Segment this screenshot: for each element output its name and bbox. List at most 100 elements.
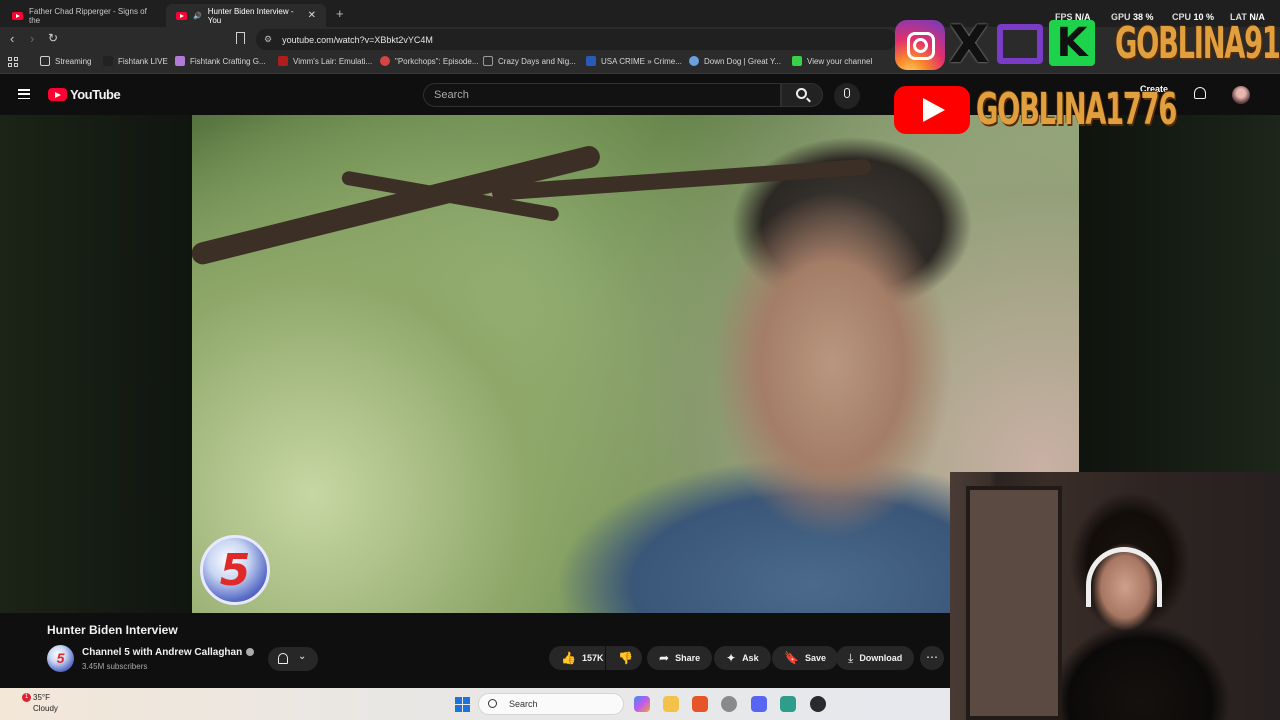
- copilot-icon[interactable]: [634, 696, 650, 712]
- channel-avatar[interactable]: 5: [47, 645, 74, 672]
- bookmark-label: Vimm's Lair: Emulati...: [293, 56, 373, 66]
- channel-name[interactable]: Channel 5 with Andrew Callaghan: [82, 647, 242, 658]
- bookmark-label: Streaming: [55, 56, 92, 66]
- discord-icon[interactable]: [751, 696, 767, 712]
- bookmark-view-channel[interactable]: View your channel: [792, 56, 872, 66]
- vimms-lair-icon: [278, 56, 288, 66]
- share-button[interactable]: ➦ Share: [647, 646, 713, 670]
- url-text: youtube.com/watch?v=XBbkt2vYC4M: [282, 34, 433, 45]
- bookmark-fishtank-crafting[interactable]: Fishtank Crafting G...: [175, 56, 266, 66]
- speaker-icon: 🔊: [193, 12, 202, 20]
- taskbar-search-label: Search: [509, 699, 538, 709]
- fishtank-icon: [103, 56, 113, 66]
- ask-label: Ask: [742, 653, 759, 663]
- folder-icon: [40, 56, 50, 66]
- brave-browser-icon[interactable]: [692, 696, 708, 712]
- settings-icon[interactable]: [721, 696, 737, 712]
- notes-app-icon[interactable]: [780, 696, 796, 712]
- download-button[interactable]: ⤓ Download: [836, 646, 915, 670]
- taskbar-search[interactable]: Search: [478, 693, 624, 715]
- cpu-readout: CPU 10 %: [1172, 12, 1215, 22]
- webcam-background: [966, 486, 1062, 720]
- share-label: Share: [675, 653, 701, 663]
- voice-search-button[interactable]: [834, 83, 860, 109]
- like-count: 157K: [581, 653, 604, 663]
- webcam-feed: [950, 472, 1280, 720]
- youtube-logo[interactable]: YouTube: [48, 87, 121, 102]
- verified-icon: [246, 648, 255, 657]
- avatar[interactable]: [1232, 86, 1250, 104]
- handle-goblina911: GOBLINA911: [1115, 18, 1280, 69]
- reload-icon[interactable]: ↻: [48, 31, 58, 45]
- kick-icon: [792, 56, 802, 66]
- weather-widget[interactable]: 35°F Cloudy: [33, 692, 58, 714]
- page-icon: [483, 56, 493, 66]
- bookmark-usa-crime[interactable]: USA CRIME » Crime...: [586, 56, 682, 66]
- thumbs-down-icon: 👎: [618, 651, 633, 665]
- forward-icon[interactable]: ›: [30, 31, 34, 46]
- search-icon: [488, 699, 497, 708]
- download-icon: ⤓: [848, 650, 854, 665]
- apps-grid-icon[interactable]: [8, 57, 18, 67]
- file-explorer-icon[interactable]: [663, 696, 679, 712]
- ask-button[interactable]: ✦ Ask: [714, 646, 771, 670]
- youtube-icon: [894, 86, 970, 134]
- bookmark-label: Crazy Days and Nig...: [498, 56, 576, 66]
- like-button[interactable]: 👍 157K: [549, 646, 605, 670]
- bookmark-vimms-lair[interactable]: Vimm's Lair: Emulati...: [278, 56, 372, 66]
- obs-icon[interactable]: [810, 696, 826, 712]
- bookmark-label: USA CRIME » Crime...: [601, 56, 682, 66]
- bookmark-crazy-days[interactable]: Crazy Days and Nig...: [483, 56, 576, 66]
- tab-title: Hunter Biden Interview - You: [207, 6, 294, 25]
- close-tab-icon[interactable]: ✕: [308, 10, 316, 21]
- browser-tab-ripperger[interactable]: Father Chad Ripperger - Signs of the: [2, 4, 162, 27]
- dislike-button[interactable]: 👎: [606, 646, 642, 670]
- share-icon: ➦: [659, 651, 670, 665]
- temperature: 35°F: [33, 693, 50, 702]
- handle-goblina1776: GOBLINA1776: [976, 84, 1177, 135]
- bookmark-label: View your channel: [807, 56, 873, 66]
- channel-name-row[interactable]: Channel 5 with Andrew Callaghan: [82, 647, 255, 658]
- bookmark-fishtank-live[interactable]: Fishtank LIVE: [103, 56, 168, 66]
- sparkle-icon: ✦: [726, 651, 737, 665]
- save-button[interactable]: 🔖 Save: [772, 646, 838, 670]
- address-bar[interactable]: ⚙ youtube.com/watch?v=XBbkt2vYC4M: [256, 29, 896, 50]
- social-overlay: X K GOBLINA911: [893, 16, 1280, 72]
- video-player[interactable]: 5: [192, 115, 1079, 613]
- bookmark-icon: 🔖: [784, 651, 799, 665]
- youtube-logo-text: YouTube: [70, 87, 121, 102]
- fps-readout: FPS N/A: [1055, 12, 1091, 22]
- bookmark-label: Down Dog | Great Y...: [704, 56, 781, 66]
- new-tab-button[interactable]: +: [336, 6, 344, 21]
- gpu-readout: GPU 38 %: [1111, 12, 1154, 22]
- bookmark-label: "Porkchops": Episode...: [395, 56, 479, 66]
- youtube-play-icon: [48, 88, 67, 101]
- bookmark-porkchops[interactable]: "Porkchops": Episode...: [380, 56, 479, 66]
- search-input[interactable]: Search: [423, 83, 781, 107]
- twitch-icon: [997, 24, 1043, 64]
- browser-tab-hunter-biden[interactable]: 🔊 Hunter Biden Interview - You ✕: [166, 4, 326, 27]
- bookmark-label: Fishtank Crafting G...: [190, 56, 266, 66]
- tab-title: Father Chad Ripperger - Signs of the: [29, 6, 147, 25]
- more-actions-icon[interactable]: ⋯: [920, 646, 944, 670]
- subscription-bell-button[interactable]: ⌄: [268, 647, 318, 671]
- youtube-favicon-icon: [176, 11, 187, 20]
- notifications-icon[interactable]: [1194, 87, 1206, 99]
- windows-start-icon[interactable]: [455, 697, 470, 712]
- bookmark-icon[interactable]: [236, 32, 245, 44]
- x-icon: X: [949, 15, 990, 75]
- menu-icon[interactable]: [18, 89, 30, 99]
- kick-icon: K: [1049, 20, 1095, 66]
- microphone-icon: [844, 88, 850, 98]
- lat-readout: LAT N/A: [1230, 12, 1265, 22]
- instagram-icon: [895, 20, 945, 70]
- search-icon: [796, 88, 807, 99]
- download-label: Download: [859, 653, 903, 663]
- subscriber-count: 3.45M subscribers: [82, 662, 148, 671]
- site-info-icon[interactable]: ⚙: [264, 34, 272, 45]
- bookmark-down-dog[interactable]: Down Dog | Great Y...: [689, 56, 781, 66]
- search-button[interactable]: [781, 83, 823, 107]
- back-icon[interactable]: ‹: [10, 31, 14, 46]
- bookmark-streaming[interactable]: Streaming: [40, 56, 91, 66]
- porkchops-icon: [380, 56, 390, 66]
